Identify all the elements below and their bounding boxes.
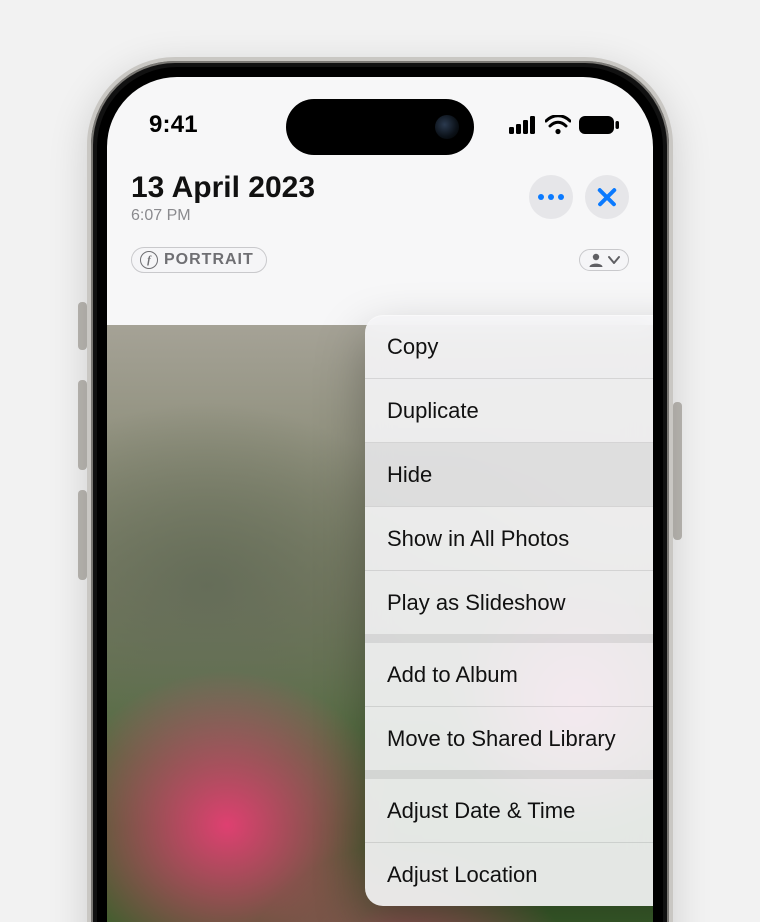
menu-item-label: Adjust Location — [387, 862, 537, 888]
menu-item-add-album[interactable]: Add to Album — [365, 643, 653, 706]
menu-item-copy[interactable]: Copy — [365, 315, 653, 378]
menu-item-adjust-datetime[interactable]: Adjust Date & Time — [365, 779, 653, 842]
portrait-badge-label: PORTRAIT — [164, 251, 254, 269]
header: 13 April 2023 6:07 PM — [107, 171, 653, 283]
device-volume-down — [78, 490, 87, 580]
wifi-icon — [545, 115, 571, 135]
menu-item-duplicate[interactable]: Duplicate — [365, 379, 653, 442]
ellipsis-icon — [538, 194, 564, 200]
menu-item-hide[interactable]: Hide — [365, 443, 653, 506]
menu-item-adjust-location[interactable]: Adjust Location — [365, 843, 653, 906]
device-side-button — [673, 402, 682, 540]
battery-icon — [579, 116, 619, 134]
menu-item-label: Show in All Photos — [387, 526, 569, 552]
screen: 9:41 — [107, 77, 653, 922]
menu-item-label: Move to Shared Library — [387, 726, 616, 752]
menu-item-show-all-photos[interactable]: Show in All Photos — [365, 507, 653, 570]
menu-item-label: Play as Slideshow — [387, 590, 566, 616]
device-frame: 9:41 — [87, 57, 673, 922]
menu-item-slideshow[interactable]: Play as Slideshow — [365, 571, 653, 634]
page-title: 13 April 2023 — [131, 171, 315, 205]
device-mute-switch — [78, 302, 87, 350]
person-icon — [588, 253, 604, 267]
menu-item-label: Adjust Date & Time — [387, 798, 575, 824]
more-button[interactable] — [529, 175, 573, 219]
status-time: 9:41 — [149, 111, 198, 139]
chevron-down-icon — [608, 255, 620, 265]
menu-item-shared-library[interactable]: Move to Shared Library — [365, 707, 653, 770]
cellular-icon — [509, 116, 537, 134]
device-volume-up — [78, 380, 87, 470]
page-subtitle: 6:07 PM — [131, 207, 315, 225]
portrait-badge[interactable]: f PORTRAIT — [131, 247, 267, 273]
people-chip[interactable] — [579, 249, 629, 271]
menu-item-label: Duplicate — [387, 398, 479, 424]
dynamic-island — [286, 99, 474, 155]
menu-item-label: Add to Album — [387, 662, 518, 688]
close-icon — [597, 187, 617, 207]
aperture-icon: f — [140, 251, 158, 269]
front-camera — [435, 115, 459, 139]
close-button[interactable] — [585, 175, 629, 219]
menu-item-label: Hide — [387, 462, 432, 488]
menu-item-label: Copy — [387, 334, 438, 360]
context-menu: Copy Duplicate — [365, 315, 653, 906]
